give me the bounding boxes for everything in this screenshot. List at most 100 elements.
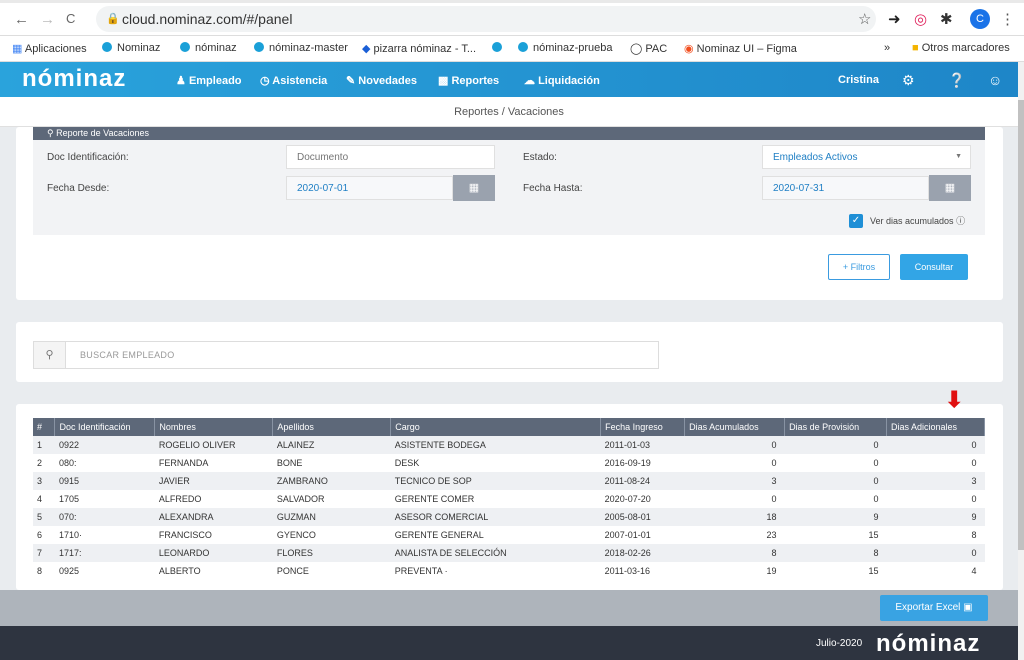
bookmarks-more[interactable]: » bbox=[884, 42, 890, 54]
consultar-button[interactable]: Consultar bbox=[900, 254, 968, 280]
doc-input[interactable] bbox=[286, 145, 495, 169]
cell-dias-provision: 0 bbox=[784, 472, 887, 490]
export-excel-button[interactable]: Exportar Excel ▣ bbox=[880, 595, 988, 621]
col-index[interactable]: # bbox=[33, 418, 56, 436]
table-row[interactable]: 6 1710· FRANCISCO GYENCO GERENTE GENERAL 2007… bbox=[33, 526, 985, 544]
col-dias-acumulados[interactable]: Dias Acumulados bbox=[684, 418, 786, 436]
cell-index: 1 bbox=[33, 436, 55, 454]
cell-dias-adicionales: 0 bbox=[886, 544, 985, 562]
back-button[interactable]: ← bbox=[14, 11, 29, 28]
cell-dias-adicionales: 8 bbox=[971, 530, 977, 540]
cell-fecha-ingreso: 2020-07-20 bbox=[604, 494, 651, 504]
estado-label: Estado: bbox=[523, 152, 557, 163]
table-row[interactable]: 1 0922 ROGELIO OLIVER ALAINEZ ASISTENTE BODE… bbox=[33, 436, 985, 454]
figma-icon: ◉ bbox=[684, 43, 694, 55]
bookmark-other[interactable]: ■ Otros marcadores bbox=[912, 42, 1010, 54]
fecha-hasta-calendar-button[interactable]: ▦ bbox=[929, 175, 971, 201]
nav-liquidacion[interactable]: ☁ Liquidación bbox=[524, 74, 600, 87]
table-row[interactable]: 7 1717: LEONARDO FLORES ANALISTA DE SELECCIÓ… bbox=[33, 544, 985, 562]
table-row[interactable]: 5 070: ALEXANDRA GUZMAN ASESOR COMERCIAL 2005… bbox=[33, 508, 985, 526]
cell-cargo: ASISTENTE BODEGA bbox=[390, 436, 601, 454]
bookmark-nominaz-master[interactable]: nóminaz-master bbox=[254, 42, 348, 54]
table-row[interactable]: 8 0925 ALBERTO PONCE PREVENTA · 2011-03-16 19 1… bbox=[33, 562, 985, 580]
bookmark-pizarra[interactable]: ◆ pizarra nóminaz - T... bbox=[362, 42, 476, 55]
cell-cargo: GERENTE COMER bbox=[394, 494, 475, 504]
puzzle-icon[interactable]: ✱ bbox=[940, 10, 953, 28]
col-fecha-ingreso[interactable]: Fecha Ingreso bbox=[600, 418, 686, 436]
col-apellidos[interactable]: Apellidos bbox=[272, 418, 392, 436]
cell-dias-acumulados: 0 bbox=[771, 458, 777, 468]
bookmark-nominaz-2[interactable]: nóminaz bbox=[180, 42, 237, 54]
cell-apellidos: PONCE bbox=[276, 566, 309, 576]
address-bar[interactable]: 🔒 cloud.nominaz.com/#/panel bbox=[96, 6, 876, 32]
profile-avatar[interactable]: C bbox=[970, 9, 990, 29]
menu-dots-icon[interactable]: ⋮ bbox=[1000, 10, 1015, 28]
col-nombres[interactable]: Nombres bbox=[154, 418, 274, 436]
bookmarks-bar: ▦ Aplicaciones Nominaz nóminaz nóminaz-m… bbox=[0, 36, 1024, 62]
search-input[interactable]: ⚲ BUSCAR EMPLEADO bbox=[33, 341, 659, 369]
breadcrumb: Reportes / Vacaciones bbox=[454, 106, 564, 118]
nav-asistencia[interactable]: ◷ Asistencia bbox=[260, 74, 327, 87]
col-cargo[interactable]: Cargo bbox=[390, 418, 602, 436]
fecha-hasta-input[interactable]: 2020-07-31 bbox=[762, 176, 929, 200]
tab-strip-edge bbox=[0, 0, 1024, 3]
ver-dias-checkbox[interactable]: ✓ bbox=[849, 214, 863, 228]
nav-novedades[interactable]: ✎ Novedades bbox=[346, 74, 417, 87]
bookmark-star-icon[interactable]: ☆ bbox=[858, 10, 871, 28]
table-row[interactable]: 3 0915 JAVIER ZAMBRANO TECNICO DE SOP 2011-08… bbox=[33, 472, 985, 490]
bookmark-apps[interactable]: ▦ Aplicaciones bbox=[12, 42, 87, 55]
fecha-desde-input[interactable]: 2020-07-01 bbox=[286, 176, 453, 200]
cell-doc: 070: bbox=[54, 508, 155, 526]
cloud-icon bbox=[492, 42, 502, 52]
calendar-icon: ▦ bbox=[468, 182, 480, 194]
cell-dias-provision: 15 bbox=[868, 530, 879, 540]
cell-index: 8 bbox=[37, 566, 43, 576]
nav-reportes[interactable]: ▩ Reportes bbox=[438, 74, 499, 87]
cell-index: 7 bbox=[33, 544, 55, 562]
cell-cargo: PREVENTA · bbox=[394, 566, 448, 576]
search-icon: ⚲ bbox=[47, 128, 54, 138]
app-logo[interactable]: nóminaz bbox=[22, 65, 126, 93]
fecha-desde-calendar-button[interactable]: ▦ bbox=[453, 175, 495, 201]
col-dias-provision[interactable]: Dias de Provisión bbox=[784, 418, 887, 436]
cell-nombres: ALBERTO bbox=[158, 566, 201, 576]
lock-icon: 🔒 bbox=[106, 13, 120, 25]
extension-icon[interactable]: ◎ bbox=[914, 10, 927, 28]
cell-dias-provision: 0 bbox=[784, 436, 887, 454]
nav-empleado[interactable]: ♟ Empleado bbox=[176, 74, 242, 87]
help-icon[interactable]: ❔ bbox=[948, 72, 965, 89]
doc-label: Doc Identificación: bbox=[47, 152, 129, 163]
bookmark-nominaz[interactable]: Nominaz bbox=[102, 42, 160, 54]
cell-apellidos: ALAINEZ bbox=[272, 436, 391, 454]
user-name[interactable]: Cristina bbox=[838, 74, 879, 86]
cell-dias-adicionales: 0 bbox=[971, 494, 977, 504]
cell-doc: 1717: bbox=[54, 544, 155, 562]
bookmark-cloud[interactable] bbox=[492, 42, 507, 54]
chevron-down-icon: ▼ bbox=[955, 153, 962, 160]
scrollbar-thumb[interactable] bbox=[1018, 100, 1024, 550]
calendar-icon: ▦ bbox=[944, 182, 956, 194]
bookmark-nominaz-prueba[interactable]: nóminaz-prueba bbox=[518, 42, 613, 54]
user-circle-icon[interactable]: ☺ bbox=[988, 72, 1002, 88]
clock-icon: ◷ bbox=[260, 75, 270, 87]
settings-gear-icon[interactable]: ⚙ bbox=[902, 72, 915, 89]
search-icon: ⚲ bbox=[34, 342, 66, 368]
estado-select[interactable]: Empleados Activos ▼ bbox=[762, 145, 971, 169]
cell-apellidos: SALVADOR bbox=[276, 494, 325, 504]
filtros-button[interactable]: + Filtros bbox=[828, 254, 890, 280]
reload-button[interactable]: C bbox=[66, 11, 75, 26]
url-text: cloud.nominaz.com/#/panel bbox=[122, 11, 293, 27]
bookmark-pac[interactable]: ◯ PAC bbox=[630, 42, 667, 55]
forward-button[interactable]: → bbox=[40, 11, 55, 28]
cell-fecha-ingreso: 2016-09-19 bbox=[604, 458, 651, 468]
cell-doc: 1710· bbox=[58, 530, 83, 540]
table-row[interactable]: 4 1705 ALFREDO SALVADOR GERENTE COMER 2020-07… bbox=[33, 490, 985, 508]
bookmark-figma[interactable]: ◉ Nominaz UI – Figma bbox=[684, 42, 797, 55]
share-arrow-icon[interactable]: ➜ bbox=[888, 10, 901, 28]
bar-chart-icon: ▩ bbox=[438, 75, 449, 87]
cell-index: 6 bbox=[37, 530, 43, 540]
cell-nombres: FRANCISCO bbox=[158, 530, 212, 540]
col-dias-adicionales[interactable]: Dias Adicionales bbox=[886, 418, 986, 436]
table-row[interactable]: 2 080: FERNANDA BONE DESK 2016-09-19 0 0 0 bbox=[33, 454, 985, 472]
col-doc[interactable]: Doc Identificación bbox=[54, 418, 156, 436]
